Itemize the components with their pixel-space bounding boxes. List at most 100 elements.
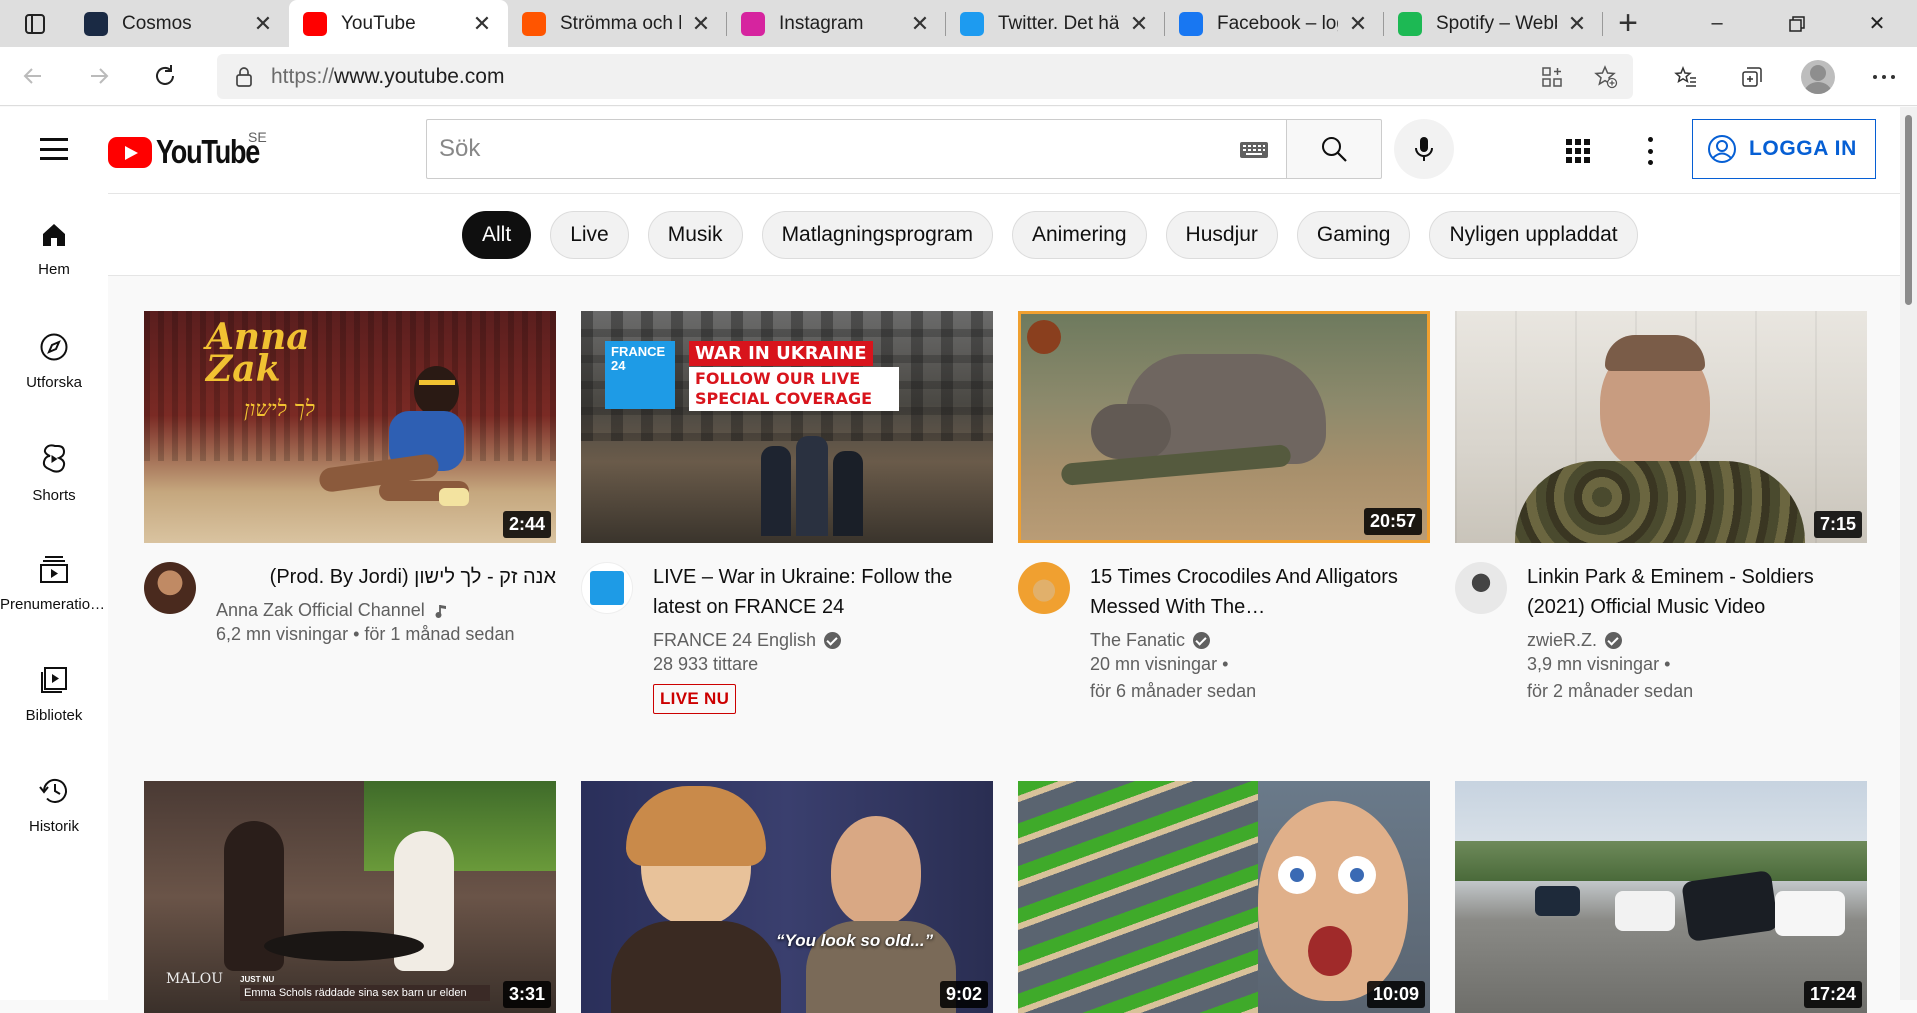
video-thumbnail[interactable]: 10:09 bbox=[1018, 781, 1430, 1013]
browser-toolbar: https://www.youtube.com bbox=[0, 47, 1917, 106]
lock-icon[interactable] bbox=[217, 66, 271, 87]
channel-avatar[interactable] bbox=[144, 562, 196, 614]
minimize-button[interactable]: – bbox=[1677, 0, 1757, 47]
video-thumbnail[interactable]: “You look so old...” 9:02 bbox=[581, 781, 993, 1013]
thumbnail-show-logo: MALOU bbox=[166, 971, 224, 987]
settings-more-button[interactable] bbox=[1851, 47, 1917, 106]
channel-name[interactable]: Anna Zak Official Channel bbox=[216, 600, 425, 621]
sidebar-item-history[interactable]: Historik bbox=[0, 748, 108, 858]
channel-name[interactable]: FRANCE 24 English bbox=[653, 630, 816, 651]
favorites-button[interactable] bbox=[1653, 47, 1719, 106]
live-now-badge: LIVE NU bbox=[653, 684, 737, 714]
settings-more-icon[interactable] bbox=[1638, 131, 1662, 171]
sign-in-button[interactable]: LOGGA IN bbox=[1692, 119, 1876, 179]
video-card[interactable]: 7:15 Linkin Park & Eminem - Soldiers (20… bbox=[1455, 311, 1867, 705]
close-tab-icon[interactable]: ✕ bbox=[1565, 11, 1589, 36]
sidebar-item-explore[interactable]: Utforska bbox=[0, 304, 108, 414]
video-card[interactable]: 17:24 bbox=[1455, 781, 1867, 1013]
chip-cooking-shows[interactable]: Matlagningsprogram bbox=[761, 210, 993, 259]
close-tab-icon[interactable]: ✕ bbox=[251, 11, 275, 36]
chip-gaming[interactable]: Gaming bbox=[1296, 210, 1411, 259]
soundcloud-icon bbox=[522, 11, 546, 36]
instagram-icon bbox=[741, 11, 765, 36]
sidebar-item-home[interactable]: Hem bbox=[0, 193, 108, 303]
video-thumbnail[interactable]: 20:57 bbox=[1018, 311, 1430, 543]
video-thumbnail[interactable]: MALOU JUST NU Emma Schols räddade sina s… bbox=[144, 781, 556, 1013]
verified-badge-icon bbox=[1193, 632, 1211, 649]
close-tab-icon[interactable]: ✕ bbox=[689, 11, 713, 36]
thumbnail-man bbox=[831, 816, 921, 926]
video-card[interactable]: “You look so old...” 9:02 bbox=[581, 781, 993, 1013]
video-thumbnail[interactable]: 17:24 bbox=[1455, 781, 1867, 1013]
browser-tab[interactable]: Instagram ✕ bbox=[727, 0, 946, 47]
chip-pets[interactable]: Husdjur bbox=[1165, 210, 1278, 259]
address-bar[interactable]: https://www.youtube.com bbox=[217, 54, 1633, 99]
video-card[interactable]: FRANCE 24 WAR IN UKRAINE FOLLOW OUR LIVE… bbox=[581, 311, 993, 714]
sidebar-item-subscriptions[interactable]: Prenumerationer bbox=[0, 526, 108, 636]
thumbnail-news-banner: Emma Schols räddade sina sex barn ur eld… bbox=[240, 985, 490, 1001]
channel-name[interactable]: The Fanatic bbox=[1090, 630, 1185, 651]
library-icon bbox=[41, 667, 67, 693]
close-tab-icon[interactable]: ✕ bbox=[1346, 11, 1370, 36]
close-tab-icon[interactable]: ✕ bbox=[470, 11, 494, 36]
channel-name[interactable]: zwieR.Z. bbox=[1527, 630, 1597, 651]
app-available-icon[interactable] bbox=[1525, 66, 1579, 88]
collections-button[interactable] bbox=[1719, 47, 1785, 106]
back-button[interactable] bbox=[0, 47, 66, 106]
video-title[interactable]: אנה זק - לך לישון (Prod. By Jordi) bbox=[216, 562, 556, 592]
search-field[interactable] bbox=[426, 119, 1286, 179]
tab-actions-button[interactable] bbox=[0, 0, 70, 47]
voice-search-button[interactable] bbox=[1394, 119, 1454, 179]
menu-hamburger-icon[interactable] bbox=[38, 135, 70, 163]
channel-name-row: Anna Zak Official Channel bbox=[216, 600, 556, 621]
chip-recently-uploaded[interactable]: Nyligen uppladdat bbox=[1429, 210, 1638, 259]
youtube-play-icon bbox=[108, 136, 152, 168]
keyboard-icon[interactable] bbox=[1240, 142, 1268, 158]
add-favorite-icon[interactable] bbox=[1579, 64, 1633, 89]
profile-button[interactable] bbox=[1785, 47, 1851, 106]
sign-in-label: LOGGA IN bbox=[1749, 137, 1857, 160]
scrollbar-thumb[interactable] bbox=[1905, 115, 1912, 305]
search-input[interactable] bbox=[439, 135, 1219, 163]
close-tab-icon[interactable]: ✕ bbox=[908, 11, 932, 36]
video-duration: 7:15 bbox=[1813, 511, 1862, 538]
chip-all[interactable]: Allt bbox=[462, 210, 532, 259]
video-title[interactable]: 15 Times Crocodiles And Alligators Messe… bbox=[1090, 562, 1430, 622]
reload-button[interactable] bbox=[132, 47, 198, 106]
youtube-logo[interactable]: YouTube SE bbox=[108, 129, 282, 171]
video-thumbnail[interactable]: FRANCE 24 WAR IN UKRAINE FOLLOW OUR LIVE… bbox=[581, 311, 993, 543]
browser-tab[interactable]: Cosmos ✕ bbox=[70, 0, 289, 47]
chip-live[interactable]: Live bbox=[550, 210, 629, 259]
video-card[interactable]: MALOU JUST NU Emma Schols räddade sina s… bbox=[144, 781, 556, 1013]
browser-tab[interactable]: Twitter. Det här ✕ bbox=[946, 0, 1165, 47]
youtube-apps-icon[interactable] bbox=[1558, 131, 1598, 171]
chip-animation[interactable]: Animering bbox=[1012, 210, 1147, 259]
browser-tab[interactable]: Facebook – log ✕ bbox=[1165, 0, 1384, 47]
browser-tab[interactable]: Spotify – Webb ✕ bbox=[1384, 0, 1603, 47]
page-scrollbar[interactable] bbox=[1900, 107, 1917, 1000]
url-text[interactable]: https://www.youtube.com bbox=[271, 65, 504, 89]
new-tab-button[interactable]: + bbox=[1603, 0, 1653, 47]
video-title[interactable]: LIVE – War in Ukraine: Follow the latest… bbox=[653, 562, 993, 622]
sidebar-item-shorts[interactable]: Shorts bbox=[0, 415, 108, 525]
home-icon bbox=[43, 224, 65, 246]
history-icon bbox=[39, 779, 67, 803]
channel-avatar[interactable] bbox=[581, 562, 633, 614]
forward-button[interactable] bbox=[66, 47, 132, 106]
chip-music[interactable]: Musik bbox=[647, 210, 743, 259]
video-thumbnail[interactable]: 7:15 bbox=[1455, 311, 1867, 543]
video-card[interactable]: 10:09 bbox=[1018, 781, 1430, 1013]
channel-avatar[interactable] bbox=[1455, 562, 1507, 614]
video-thumbnail[interactable]: Anna Zak לך לישון 2:44 bbox=[144, 311, 556, 543]
search-button[interactable] bbox=[1286, 119, 1382, 179]
browser-tab[interactable]: YouTube ✕ bbox=[289, 0, 508, 47]
channel-avatar[interactable] bbox=[1018, 562, 1070, 614]
browser-tab[interactable]: Strömma och ly ✕ bbox=[508, 0, 727, 47]
sidebar-item-library[interactable]: Bibliotek bbox=[0, 637, 108, 747]
close-tab-icon[interactable]: ✕ bbox=[1127, 11, 1151, 36]
video-card[interactable]: 20:57 15 Times Crocodiles And Alligators… bbox=[1018, 311, 1430, 705]
video-title[interactable]: Linkin Park & Eminem - Soldiers (2021) O… bbox=[1527, 562, 1867, 622]
video-card[interactable]: Anna Zak לך לישון 2:44 אנה זק - לך לישון… bbox=[144, 311, 556, 648]
close-window-button[interactable]: ✕ bbox=[1837, 0, 1917, 47]
maximize-button[interactable] bbox=[1757, 0, 1837, 47]
